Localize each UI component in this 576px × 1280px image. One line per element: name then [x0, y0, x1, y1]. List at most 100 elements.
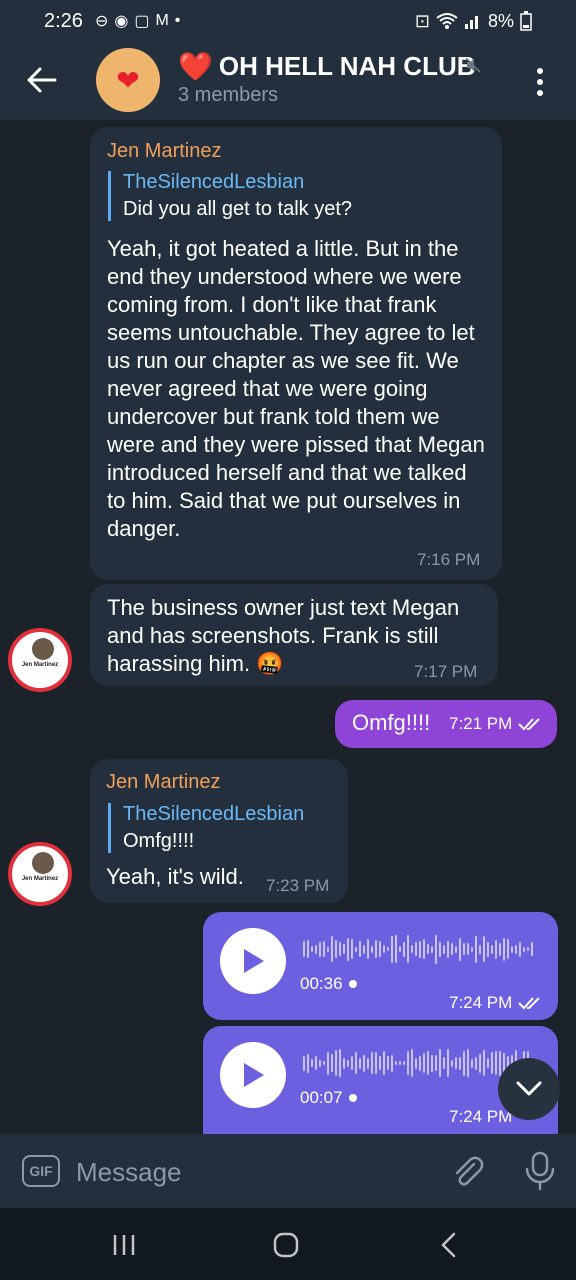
play-button[interactable]	[220, 928, 286, 994]
waveform-bar	[359, 1057, 361, 1069]
message-time: 7:17 PM	[414, 662, 478, 681]
reply-sender: TheSilencedLesbian	[123, 803, 305, 825]
notification-icons: ⊖ ◉ ▢ M •	[95, 11, 180, 31]
waveform-bar	[331, 1054, 333, 1072]
status-bar: 2:26 ⊖ ◉ ▢ M • ⊡ 8%	[0, 0, 576, 42]
waveform-bar	[351, 939, 353, 959]
back-chevron-icon	[441, 1232, 456, 1258]
waveform-bar	[395, 1061, 397, 1065]
waveform-bar	[395, 935, 397, 963]
waveform-bar	[523, 946, 525, 952]
waveform-bar	[319, 941, 321, 957]
waveform-bar	[375, 940, 377, 958]
waveform[interactable]	[303, 1048, 533, 1078]
message-bubble-incoming[interactable]: Jen Martinez TheSilencedLesbian Omfg!!!!…	[90, 759, 348, 903]
dot-icon	[537, 68, 543, 74]
waveform-bar	[347, 937, 349, 961]
waveform-bar	[443, 944, 445, 954]
status-time: 2:26	[44, 9, 83, 32]
reply-quote[interactable]: TheSilencedLesbian Did you all get to ta…	[108, 171, 352, 221]
recents-icon	[113, 1235, 135, 1255]
waveform-bar	[419, 1055, 421, 1071]
waveform-bar	[419, 940, 421, 958]
user-avatar[interactable]: Jen Martinez	[8, 842, 72, 906]
system-icons: ⊡ 8%	[415, 11, 532, 32]
dot-icon	[537, 90, 543, 96]
waveform-bar	[399, 946, 401, 952]
voice-duration: 00:36	[300, 974, 357, 994]
chat-title[interactable]: ❤️ OH HELL NAH CLUB	[178, 50, 476, 83]
message-bubble-outgoing[interactable]: Omfg!!!! 7:21 PM	[335, 700, 557, 748]
waveform-bar	[451, 943, 453, 955]
reply-text: Did you all get to talk yet?	[123, 198, 353, 220]
wifi-icon	[436, 13, 458, 29]
more-options-button[interactable]	[528, 62, 552, 102]
waveform-bar	[323, 1061, 325, 1065]
microphone-icon[interactable]	[522, 1151, 558, 1191]
waveform-bar	[403, 1061, 405, 1065]
waveform-bar	[331, 936, 333, 962]
waveform-bar	[455, 1057, 457, 1069]
back-nav-button[interactable]	[428, 1230, 468, 1260]
duration-text: 00:36	[300, 974, 343, 993]
play-button[interactable]	[220, 1042, 286, 1108]
lock-icon: ⊡	[414, 10, 430, 31]
battery-percent: 8%	[487, 10, 514, 31]
waveform-bar	[375, 1052, 377, 1074]
waveform-bar	[503, 937, 505, 961]
waveform-bar	[311, 1059, 313, 1067]
waveform-bar	[447, 940, 449, 958]
chat-area[interactable]: Jen Martinez TheSilencedLesbian Did you …	[0, 120, 576, 1134]
user-avatar[interactable]: Jen Martinez	[8, 628, 72, 692]
message-input[interactable]	[76, 1152, 436, 1192]
waveform-bar	[363, 944, 365, 954]
waveform-bar	[379, 1056, 381, 1070]
waveform-bar	[367, 939, 369, 959]
waveform-bar	[467, 943, 469, 955]
waveform-bar	[471, 946, 473, 952]
scroll-to-bottom-button[interactable]	[498, 1058, 560, 1120]
duration-text: 00:07	[300, 1088, 343, 1107]
waveform-bar	[519, 941, 521, 957]
unplayed-dot-icon	[348, 1094, 357, 1102]
waveform-bar	[371, 1052, 373, 1074]
more-notifications-dot-icon: •	[174, 12, 181, 29]
message-bubble-incoming[interactable]: The business owner just text Megan and h…	[90, 584, 498, 686]
sender-name[interactable]: Jen Martinez	[106, 771, 221, 794]
waveform-bar	[495, 1051, 497, 1075]
voice-message-bubble[interactable]: 00:36 7:24 PM	[203, 912, 558, 1020]
avatar-label: Jen Martinez	[21, 876, 59, 882]
muted-icon	[465, 57, 481, 73]
avatar-label: Jen Martinez	[21, 662, 59, 668]
waveform-bar	[303, 1055, 305, 1071]
waveform[interactable]	[303, 934, 533, 964]
gif-button[interactable]: GIF	[22, 1155, 60, 1187]
reply-quote[interactable]: TheSilencedLesbian Omfg!!!!	[108, 803, 304, 853]
waveform-bar	[459, 1056, 461, 1070]
waveform-bar	[319, 1059, 321, 1067]
waveform-bar	[387, 947, 389, 951]
group-avatar[interactable]: ❤	[96, 48, 160, 112]
double-check-icon	[518, 718, 541, 731]
attach-icon[interactable]	[450, 1154, 486, 1190]
waveform-bar	[427, 944, 429, 954]
waveform-bar	[423, 1053, 425, 1073]
system-nav-bar	[0, 1208, 576, 1280]
waveform-bar	[479, 1053, 481, 1073]
recent-apps-button[interactable]	[104, 1230, 144, 1260]
waveform-bar	[307, 1053, 309, 1073]
message-bubble-incoming[interactable]: Jen Martinez TheSilencedLesbian Did you …	[90, 127, 502, 580]
avatar-face	[32, 638, 54, 660]
waveform-bar	[459, 937, 461, 961]
waveform-bar	[427, 1051, 429, 1075]
home-button[interactable]	[266, 1230, 306, 1260]
back-button[interactable]	[22, 60, 62, 100]
sender-name[interactable]: Jen Martinez	[107, 140, 222, 163]
waveform-bar	[439, 1049, 441, 1077]
message-time: 7:24 PM	[449, 1107, 513, 1126]
waveform-bar	[479, 944, 481, 954]
waveform-bar	[455, 945, 457, 953]
waveform-bar	[399, 1061, 401, 1065]
waveform-bar	[407, 1051, 409, 1075]
waveform-bar	[463, 1050, 465, 1076]
